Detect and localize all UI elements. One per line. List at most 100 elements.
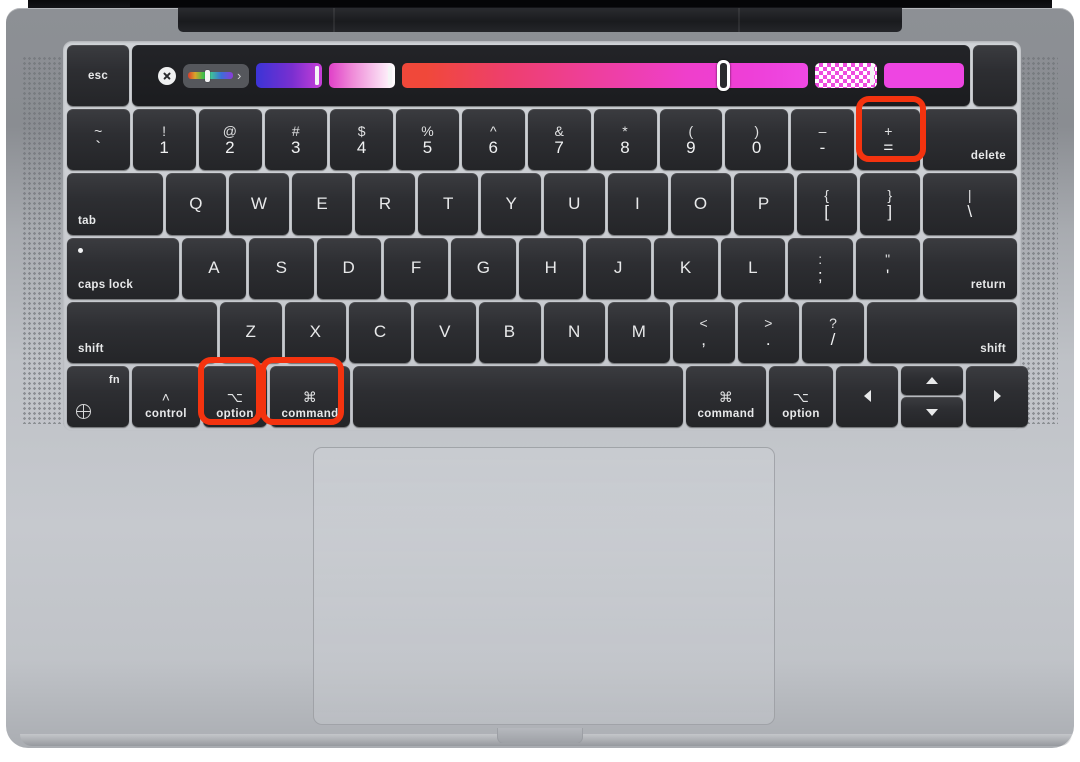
key-b[interactable]: B — [478, 301, 541, 363]
key-legend-bottom: / — [830, 330, 836, 350]
trackpad[interactable] — [313, 447, 775, 725]
key-k[interactable]: K — [653, 237, 718, 299]
key-touch-id[interactable] — [973, 45, 1017, 107]
swatch-gradient-blue-magenta[interactable] — [256, 63, 322, 89]
color-picker-button[interactable]: › — [183, 63, 249, 88]
key-legend-top: ^ — [489, 122, 497, 139]
key-delete[interactable]: delete — [922, 109, 1017, 171]
key-p[interactable]: P — [733, 173, 794, 235]
key-g[interactable]: G — [451, 237, 516, 299]
top-letter-row: tab Q W E R T Y U I O P { [ } ] | \ — [67, 173, 1017, 235]
key-legend-top: > — [764, 315, 773, 332]
swatch-gradient-magenta-white[interactable] — [329, 63, 395, 89]
key-option-left[interactable]: ⌥ option — [203, 365, 267, 428]
key-x[interactable]: X — [284, 301, 347, 363]
key-return[interactable]: return — [922, 237, 1017, 299]
key-option-right[interactable]: ⌥ option — [769, 365, 833, 428]
key-command-right[interactable]: ⌘ command — [686, 365, 766, 428]
key-o[interactable]: O — [670, 173, 731, 235]
key-u[interactable]: U — [544, 173, 605, 235]
key-s[interactable]: S — [249, 237, 314, 299]
key-legend-top: ! — [162, 122, 167, 139]
key-z[interactable]: Z — [220, 301, 282, 363]
key-3[interactable]: # 3 — [264, 109, 328, 171]
key-legend-bottom: 5 — [422, 137, 433, 157]
key-fn[interactable]: fn — [67, 365, 129, 428]
key-legend-bottom: ; — [817, 266, 823, 286]
swatch-tick — [388, 66, 392, 86]
key-legend-top: @ — [222, 122, 238, 139]
key-j[interactable]: J — [586, 237, 651, 299]
function-row: esc › — [67, 45, 1017, 107]
swatch-checker-magenta[interactable] — [815, 63, 877, 89]
spectrum-handle[interactable] — [205, 69, 211, 82]
key-c[interactable]: C — [349, 301, 412, 363]
key-backtick[interactable]: ~ ` — [67, 109, 130, 171]
key-bracket-right[interactable]: } ] — [859, 173, 920, 235]
key-arrow-down[interactable] — [901, 397, 963, 428]
key-1[interactable]: ! 1 — [132, 109, 196, 171]
key-arrow-left[interactable] — [836, 365, 898, 428]
key-minus[interactable]: – - — [791, 109, 855, 171]
key-9[interactable]: ( 9 — [659, 109, 723, 171]
hue-slider[interactable] — [402, 60, 808, 92]
key-bracket-left[interactable]: { [ — [796, 173, 857, 235]
key-control[interactable]: ˄ control — [132, 365, 200, 428]
key-y[interactable]: Y — [481, 173, 542, 235]
color-spectrum-strip[interactable] — [188, 69, 233, 82]
key-legend-top: " — [885, 251, 891, 268]
key-f[interactable]: F — [384, 237, 449, 299]
key-4[interactable]: $ 4 — [330, 109, 394, 171]
key-space[interactable] — [353, 365, 683, 428]
key-2[interactable]: @ 2 — [198, 109, 262, 171]
key-label: command — [697, 407, 755, 420]
chevron-right-icon[interactable]: › — [237, 69, 244, 82]
arrow-left-icon — [863, 390, 871, 403]
key-7[interactable]: & 7 — [527, 109, 591, 171]
key-comma[interactable]: < , — [672, 301, 735, 363]
key-d[interactable]: D — [316, 237, 382, 299]
key-i[interactable]: I — [607, 173, 668, 235]
key-m[interactable]: M — [608, 301, 670, 363]
key-legend-bottom: ` — [95, 137, 102, 157]
key-w[interactable]: W — [229, 173, 290, 235]
hue-slider-handle[interactable] — [716, 60, 730, 92]
arrow-up-icon — [926, 377, 938, 385]
key-h[interactable]: H — [518, 237, 584, 299]
key-shift-right[interactable]: shift — [867, 301, 1018, 363]
key-shift-left[interactable]: shift — [67, 301, 217, 363]
key-arrow-up[interactable] — [901, 365, 963, 396]
swatch-tick — [870, 66, 874, 86]
key-0[interactable]: ) 0 — [725, 109, 789, 171]
key-e[interactable]: E — [292, 173, 353, 235]
option-symbol-icon: ⌥ — [226, 388, 244, 405]
key-r[interactable]: R — [355, 173, 416, 235]
key-quote[interactable]: " ' — [855, 237, 920, 299]
key-n[interactable]: N — [543, 301, 606, 363]
key-period[interactable]: > . — [737, 301, 800, 363]
key-q[interactable]: Q — [166, 173, 227, 235]
key-command-left[interactable]: ⌘ command — [270, 365, 350, 428]
key-slash[interactable]: ? / — [802, 301, 865, 363]
key-backslash[interactable]: | \ — [922, 173, 1017, 235]
lid-open-notch — [497, 728, 583, 744]
key-esc[interactable]: esc — [67, 45, 129, 107]
key-equal[interactable]: + = — [857, 109, 920, 171]
key-v[interactable]: V — [414, 301, 476, 363]
key-semicolon[interactable]: : ; — [788, 237, 853, 299]
key-6[interactable]: ^ 6 — [462, 109, 525, 171]
swatch-tick — [315, 66, 319, 86]
key-t[interactable]: T — [418, 173, 479, 235]
touch-bar[interactable]: › — [132, 45, 970, 107]
key-tab[interactable]: tab — [67, 173, 163, 235]
swatch-solid-magenta[interactable] — [884, 63, 964, 89]
key-a[interactable]: A — [182, 237, 247, 299]
key-legend-top: < — [699, 315, 709, 332]
key-arrow-right[interactable] — [966, 365, 1028, 428]
key-8[interactable]: * 8 — [593, 109, 657, 171]
close-circle-icon[interactable] — [158, 66, 176, 85]
modifier-row: fn ˄ control ⌥ option ⌘ command ⌘ comman… — [67, 365, 1028, 428]
key-caps-lock[interactable]: caps lock — [67, 237, 179, 299]
key-l[interactable]: L — [720, 237, 786, 299]
key-5[interactable]: % 5 — [396, 109, 460, 171]
